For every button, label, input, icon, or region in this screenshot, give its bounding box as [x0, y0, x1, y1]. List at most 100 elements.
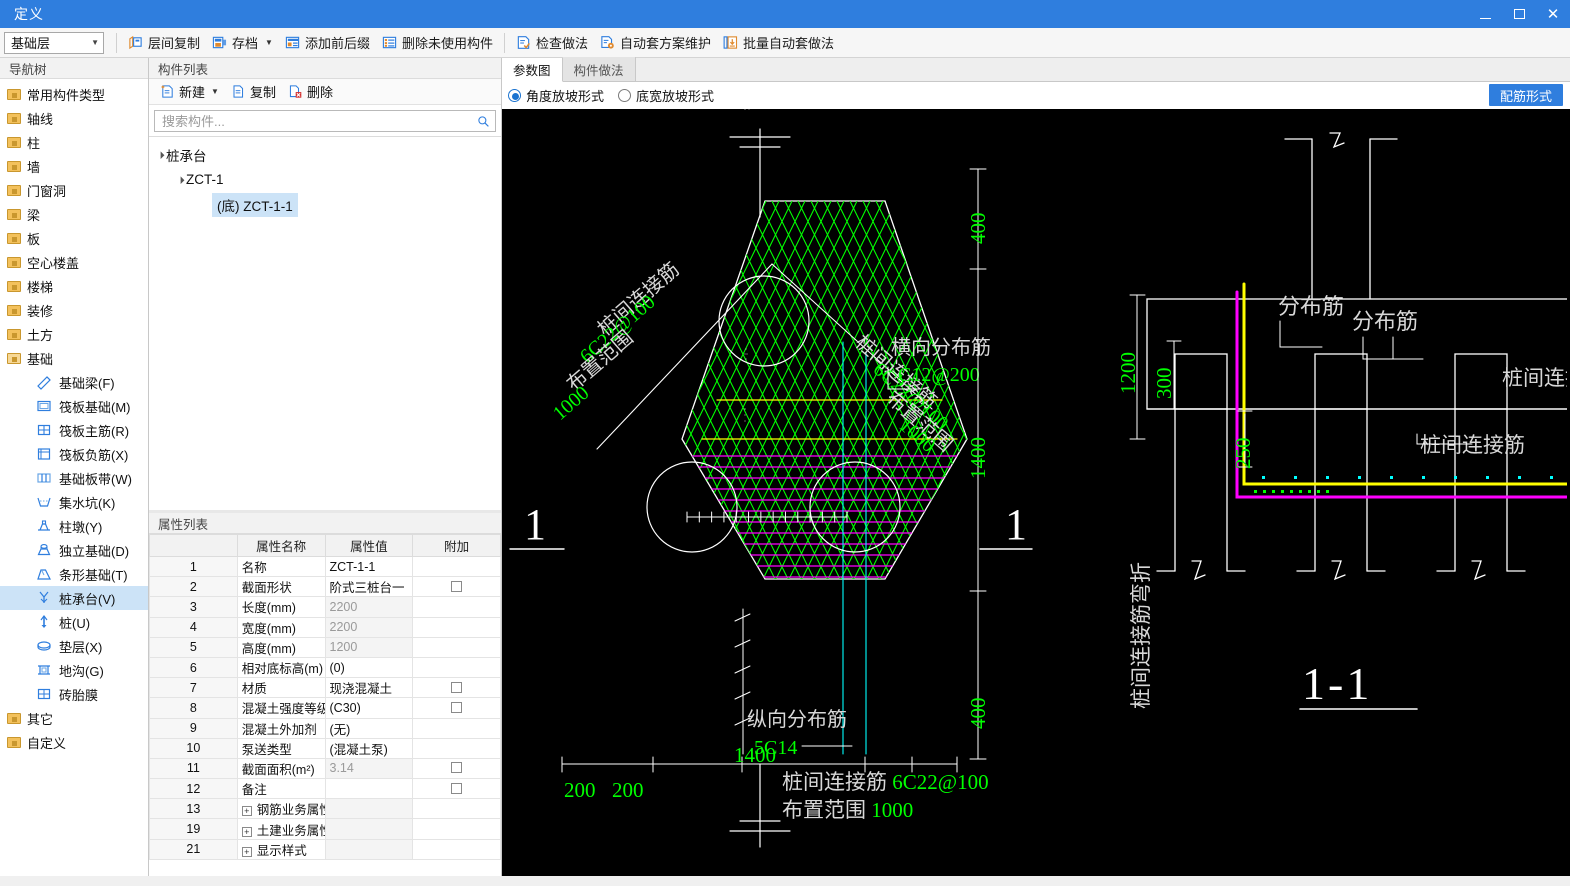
expand-plus-icon[interactable]: +	[242, 806, 252, 816]
rebar-form-button[interactable]: 配筋形式	[1489, 84, 1563, 106]
attach-cell[interactable]	[413, 698, 501, 718]
toolbar-button-copy-between-floors[interactable]: 层间复制	[122, 31, 206, 55]
property-value-cell[interactable]: 2200	[325, 617, 413, 637]
table-row[interactable]: 10泵送类型(混凝土泵)	[150, 738, 501, 758]
table-row[interactable]: 6相对底标高(m)(0)	[150, 657, 501, 677]
property-value-cell[interactable]: 1200	[325, 637, 413, 657]
component-tree-item[interactable]: ◢桩承台	[149, 142, 501, 167]
table-row[interactable]: 1名称ZCT-1-1	[150, 557, 501, 577]
table-row[interactable]: 5高度(mm)1200	[150, 637, 501, 657]
property-value-cell[interactable]: (C30)	[325, 698, 413, 718]
table-row[interactable]: 8混凝土强度等级(C30)	[150, 698, 501, 718]
radio-bottom-width-slope-form[interactable]: 底宽放坡形式	[618, 86, 714, 105]
table-row[interactable]: 13+钢筋业务属性	[150, 799, 501, 819]
property-value-cell[interactable]: 2200	[325, 597, 413, 617]
sidebar-item-门窗洞[interactable]: 门窗洞	[0, 178, 148, 202]
sidebar-item-土方[interactable]: 土方	[0, 322, 148, 346]
component-tree-item[interactable]: ◢ZCT-1	[149, 167, 501, 192]
component-search-box[interactable]	[154, 110, 496, 132]
sidebar-item-桩承台v[interactable]: 桩承台(V)	[0, 586, 148, 610]
attach-checkbox[interactable]	[451, 762, 462, 773]
search-icon[interactable]	[477, 115, 490, 128]
sidebar-item-基础板带w[interactable]: 基础板带(W)	[0, 466, 148, 490]
property-value-cell[interactable]: 现浇混凝土	[325, 678, 413, 698]
table-row[interactable]: 21+显示样式	[150, 839, 501, 859]
minimize-button[interactable]	[1468, 0, 1502, 28]
sidebar-item-空心楼盖[interactable]: 空心楼盖	[0, 250, 148, 274]
toolbar-button-batch-auto-method[interactable]: 批量自动套做法	[717, 31, 840, 55]
sidebar-item-基础梁f[interactable]: 基础梁(F)	[0, 370, 148, 394]
sidebar-item-其它[interactable]: 其它	[0, 706, 148, 730]
property-value-cell[interactable]: (无)	[325, 718, 413, 738]
table-row[interactable]: 9混凝土外加剂(无)	[150, 718, 501, 738]
toolbar-button-check-method[interactable]: 检查做法	[510, 31, 594, 55]
search-input[interactable]	[160, 113, 477, 130]
expand-plus-icon[interactable]: +	[242, 827, 252, 837]
attach-cell[interactable]	[413, 678, 501, 698]
component-tree-label: ZCT-1	[186, 172, 224, 187]
table-row[interactable]: 7材质现浇混凝土	[150, 678, 501, 698]
property-value-cell[interactable]: 阶式三桩台一	[325, 577, 413, 597]
attach-checkbox[interactable]	[451, 783, 462, 794]
sidebar-item-条形基础t[interactable]: 条形基础(T)	[0, 562, 148, 586]
sidebar-item-筏板主筋r[interactable]: 筏板主筋(R)	[0, 418, 148, 442]
sidebar-item-轴线[interactable]: 轴线	[0, 106, 148, 130]
sidebar-item-桩u[interactable]: 桩(U)	[0, 610, 148, 634]
attach-checkbox[interactable]	[451, 682, 462, 693]
sidebar-item-砖胎膜[interactable]: 砖胎膜	[0, 682, 148, 706]
property-value-cell[interactable]: (混凝土泵)	[325, 738, 413, 758]
sidebar-item-装修[interactable]: 装修	[0, 298, 148, 322]
component-tree-item[interactable]: (底) ZCT-1-1	[149, 192, 501, 217]
attach-cell[interactable]	[413, 577, 501, 597]
toolbar-button-delete-unused[interactable]: 删除未使用构件	[376, 31, 499, 55]
attach-checkbox[interactable]	[451, 581, 462, 592]
cad-canvas[interactable]: 桩间连接筋 6C22@100 布置范围 1000 桩间连接筋 6C22@100 …	[502, 109, 1570, 876]
table-row[interactable]: 4宽度(mm)2200	[150, 617, 501, 637]
expand-plus-icon[interactable]: +	[242, 847, 252, 857]
sidebar-item-楼梯[interactable]: 楼梯	[0, 274, 148, 298]
toolbar-button-auto-plan-maintain[interactable]: 自动套方案维护	[594, 31, 717, 55]
radio-angle-slope-form[interactable]: 角度放坡形式	[508, 86, 604, 105]
property-value-cell[interactable]: ZCT-1-1	[325, 557, 413, 577]
sidebar-item-筏板基础m[interactable]: 筏板基础(M)	[0, 394, 148, 418]
tab-component-method[interactable]: 构件做法	[563, 57, 636, 81]
attach-cell[interactable]	[413, 779, 501, 799]
sidebar-item-自定义[interactable]: 自定义	[0, 730, 148, 754]
sidebar-item-梁[interactable]: 梁	[0, 202, 148, 226]
table-row[interactable]: 3长度(mm)2200	[150, 597, 501, 617]
toolbar-button-add-affix[interactable]: 添加前后缀	[279, 31, 376, 55]
table-row[interactable]: 19+土建业务属性	[150, 819, 501, 839]
tab-parameter-diagram[interactable]: 参数图	[502, 58, 563, 82]
property-value-cell[interactable]: 3.14	[325, 758, 413, 778]
table-row[interactable]: 12备注	[150, 779, 501, 799]
sidebar-item-独立基础d[interactable]: 独立基础(D)	[0, 538, 148, 562]
sidebar-item-筏板负筋x[interactable]: 筏板负筋(X)	[0, 442, 148, 466]
attach-checkbox[interactable]	[451, 702, 462, 713]
new-component-button[interactable]: 新建 ▼	[155, 80, 224, 103]
sidebar-item-柱[interactable]: 柱	[0, 130, 148, 154]
attach-cell[interactable]	[413, 758, 501, 778]
sidebar-item-集水坑k[interactable]: 集水坑(K)	[0, 490, 148, 514]
property-value-cell[interactable]	[325, 779, 413, 799]
property-value-cell[interactable]	[325, 839, 413, 859]
add-affix-icon	[285, 35, 300, 50]
delete-component-button[interactable]: 删除	[283, 80, 338, 103]
toolbar-button-archive[interactable]: 存档 ▼	[206, 31, 279, 55]
sidebar-item-地沟g[interactable]: 地沟(G)	[0, 658, 148, 682]
close-button[interactable]: ✕	[1536, 0, 1570, 28]
sidebar-item-常用构件类型[interactable]: 常用构件类型	[0, 82, 148, 106]
sidebar-item-板[interactable]: 板	[0, 226, 148, 250]
property-value-cell[interactable]: (0)	[325, 657, 413, 677]
table-row[interactable]: 2截面形状阶式三桩台一	[150, 577, 501, 597]
maximize-button[interactable]	[1502, 0, 1536, 28]
property-value-cell[interactable]	[325, 799, 413, 819]
table-row[interactable]: 11截面面积(m²)3.14	[150, 758, 501, 778]
sidebar-item-墙[interactable]: 墙	[0, 154, 148, 178]
sidebar-item-柱墩y[interactable]: 柱墩(Y)	[0, 514, 148, 538]
cad-drawing[interactable]: 桩间连接筋 6C22@100 布置范围 1000 桩间连接筋 6C22@100 …	[502, 109, 1567, 849]
property-value-cell[interactable]	[325, 819, 413, 839]
floor-select[interactable]: 基础层 ▼	[4, 32, 104, 54]
sidebar-item-垫层x[interactable]: 垫层(X)	[0, 634, 148, 658]
sidebar-item-基础[interactable]: 基础	[0, 346, 148, 370]
copy-component-button[interactable]: 复制	[226, 80, 281, 103]
